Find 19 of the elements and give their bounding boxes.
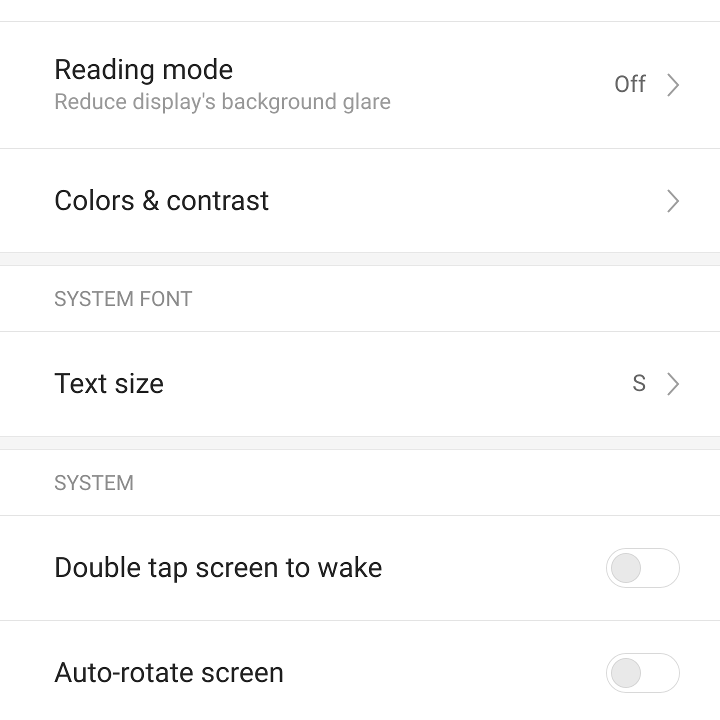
row-title: Double tap screen to wake [54,550,384,586]
section-header: SYSTEM FONT [54,286,193,314]
row-value: Off [614,70,646,100]
chevron-right-icon [666,371,680,397]
row-title: Auto-rotate screen [54,654,286,690]
row-title: Text size [54,366,165,402]
section-header: SYSTEM [54,470,134,498]
settings-row[interactable]: Auto-rotate screen [0,620,720,720]
row-title: Colors & contrast [54,182,270,218]
settings-row[interactable]: Double tap screen to wake [0,516,720,620]
toggle-switch[interactable] [606,652,680,692]
chevron-right-icon [666,188,680,214]
chevron-right-icon [666,72,680,98]
settings-row[interactable]: Reading mode Reduce display's background glare Off [0,22,720,148]
settings-row[interactable]: Text size S [0,332,720,436]
row-subtitle: Reduce display's background glare [54,89,392,117]
row-value: S [632,368,646,399]
toggle-switch[interactable] [606,548,680,588]
row-title: Reading mode [54,52,234,88]
